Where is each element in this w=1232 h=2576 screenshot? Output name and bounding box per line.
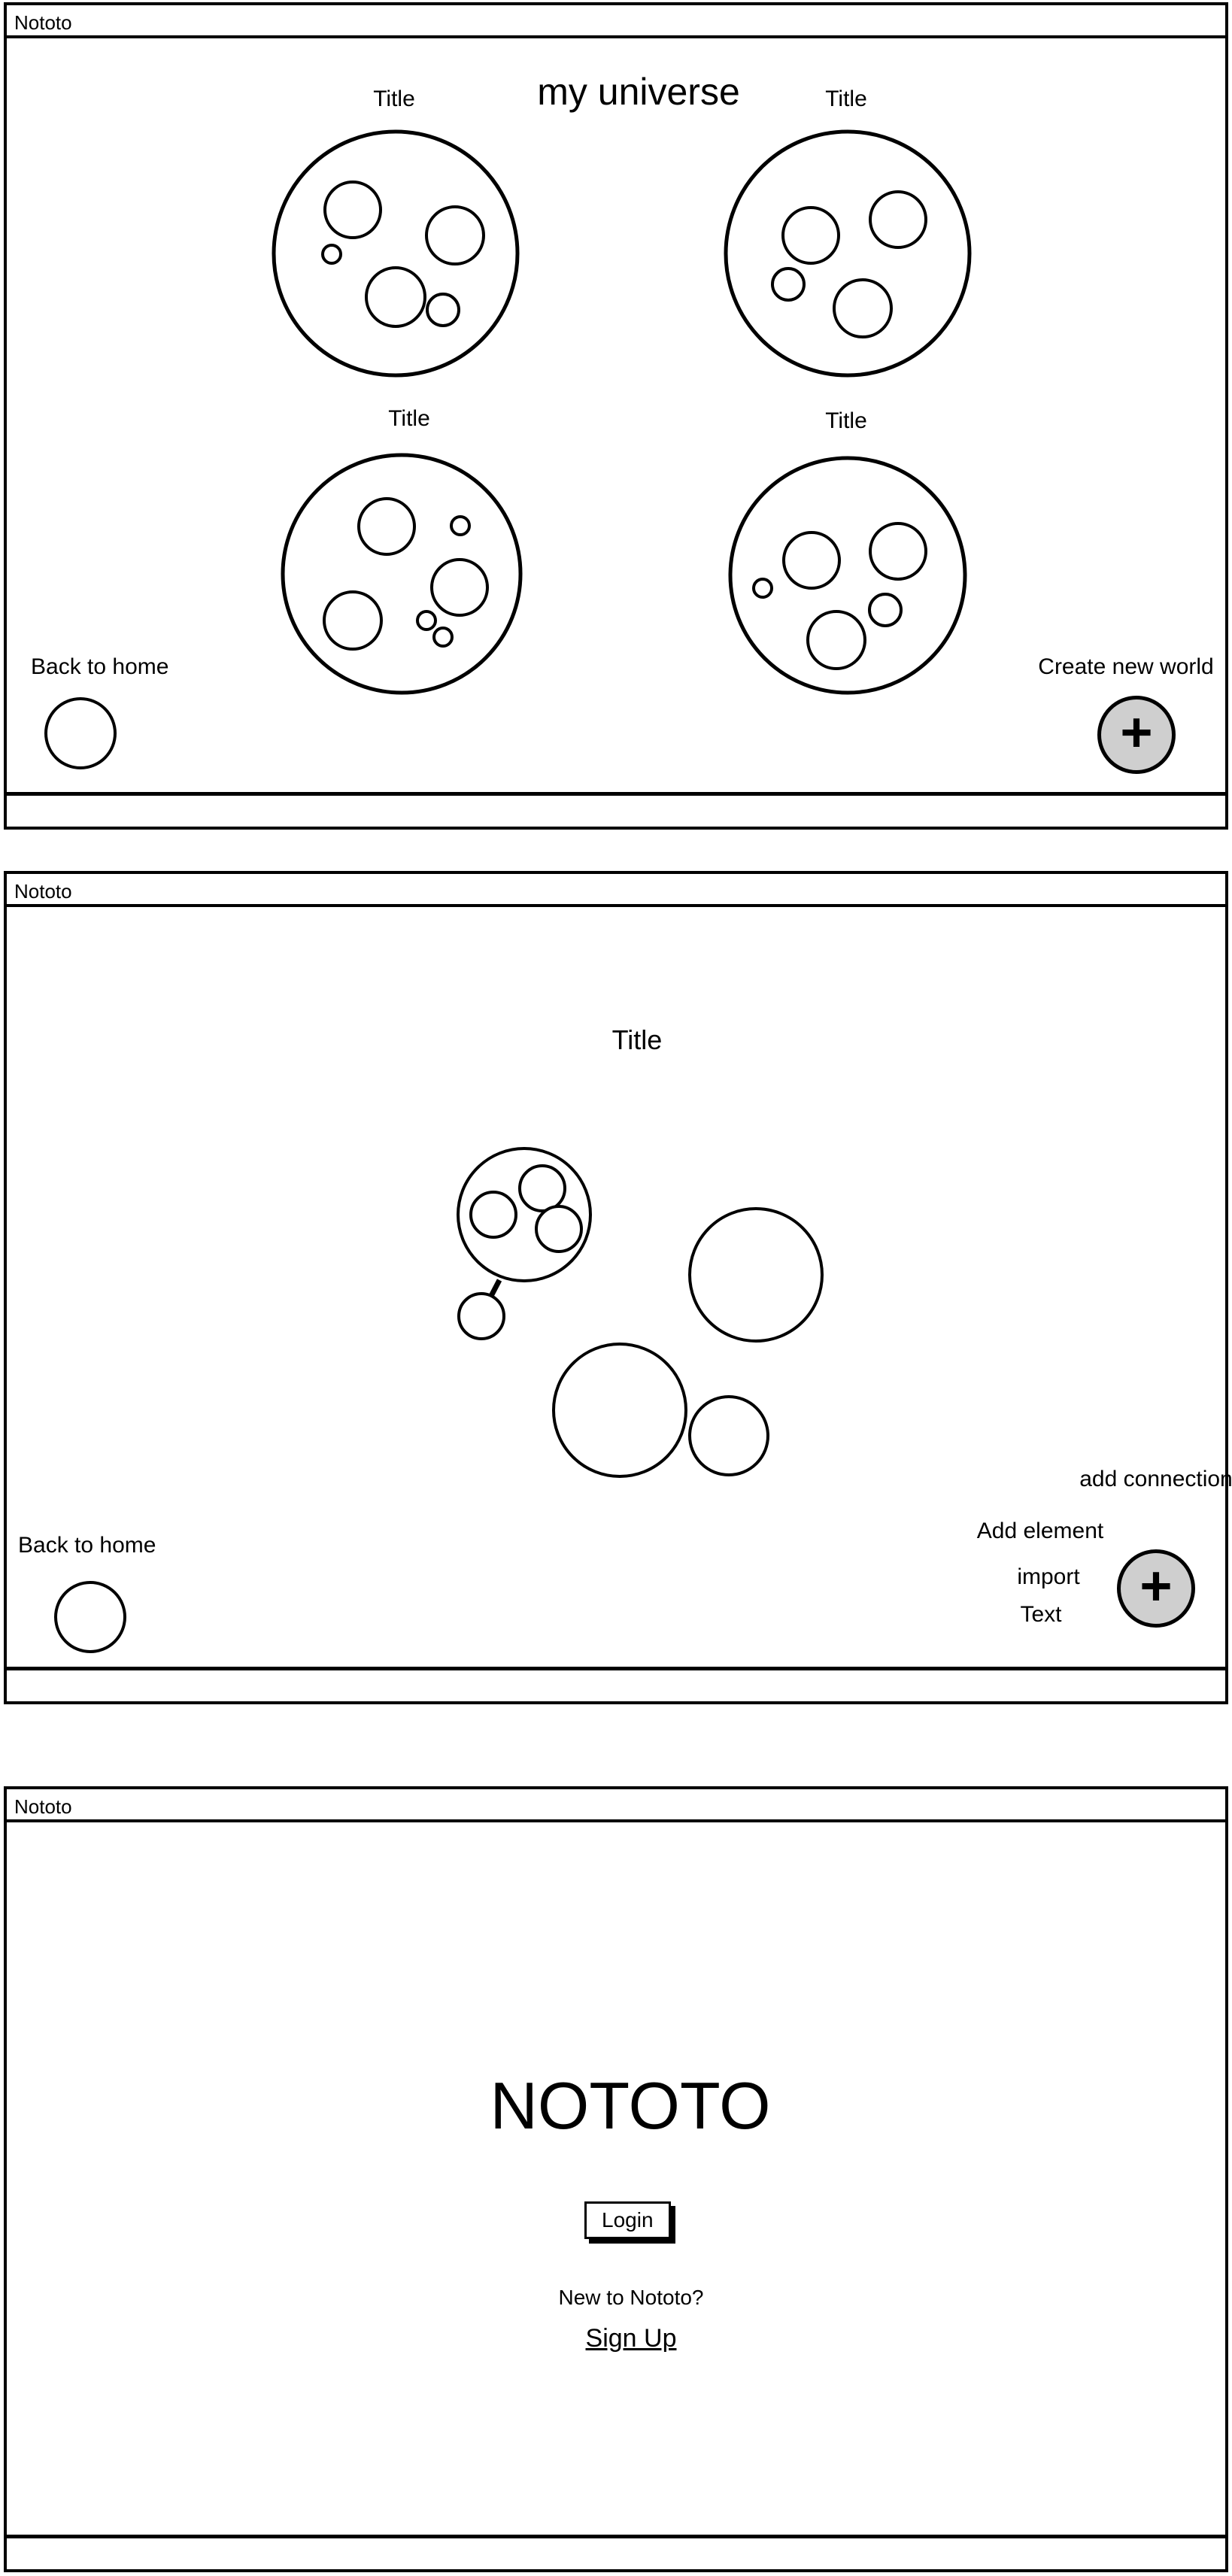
- create-world-label: Create new world: [1038, 654, 1214, 679]
- element[interactable]: [535, 1205, 583, 1253]
- element[interactable]: [469, 1191, 517, 1239]
- plus-icon: +: [1139, 1555, 1173, 1617]
- element[interactable]: [518, 1164, 566, 1212]
- element[interactable]: [457, 1292, 505, 1340]
- world-planet[interactable]: [281, 453, 523, 695]
- universe-window: Nototo my universe Title Title Title Tit…: [4, 2, 1228, 830]
- window-footer: [7, 1667, 1225, 1701]
- window-footer: [7, 792, 1225, 827]
- plus-icon: +: [1120, 701, 1153, 763]
- app-name: Nototo: [14, 1795, 72, 1818]
- world-window: Nototo Title add connection Add element …: [4, 871, 1232, 1704]
- add-connection-option[interactable]: add connection: [1079, 1467, 1232, 1492]
- add-menu-button[interactable]: +: [1117, 1549, 1195, 1628]
- back-to-home-label: Back to home: [18, 1533, 156, 1558]
- add-element-option[interactable]: Add element: [977, 1519, 1103, 1544]
- import-option[interactable]: import: [1017, 1564, 1079, 1590]
- world-planet[interactable]: [272, 129, 520, 378]
- create-world-button[interactable]: +: [1097, 696, 1176, 774]
- app-logo: NOTOTO: [490, 2068, 771, 2143]
- back-to-home-label: Back to home: [31, 654, 169, 679]
- login-button[interactable]: Login: [584, 2201, 671, 2239]
- new-user-prompt: New to Nototo?: [558, 2286, 704, 2309]
- back-to-home-button[interactable]: [54, 1581, 126, 1653]
- home-window: Nototo NOTOTO Login New to Nototo? Sign …: [4, 1786, 1228, 2572]
- window-titlebar: Nototo: [7, 1789, 1225, 1822]
- back-to-home-button[interactable]: [44, 697, 117, 769]
- worlds-canvas: [272, 129, 972, 695]
- element[interactable]: [688, 1395, 769, 1476]
- signup-link[interactable]: Sign Up: [586, 2324, 677, 2353]
- world-planet[interactable]: [728, 456, 967, 695]
- element[interactable]: [688, 1207, 824, 1343]
- text-option[interactable]: Text: [1020, 1602, 1061, 1628]
- window-footer: [7, 2535, 1225, 2569]
- world-planet[interactable]: [724, 129, 972, 378]
- element[interactable]: [552, 1343, 687, 1478]
